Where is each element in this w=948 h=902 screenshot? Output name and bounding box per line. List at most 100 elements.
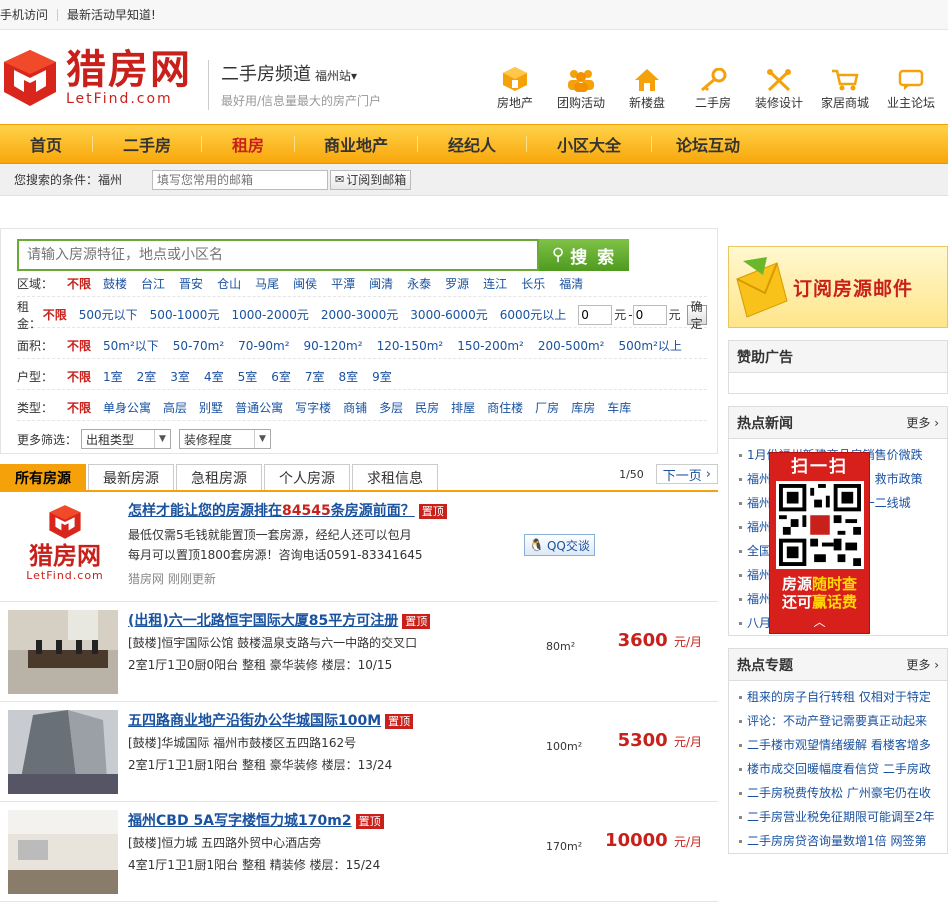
nav-secondhand[interactable]: 二手房 — [93, 132, 201, 156]
filter-option[interactable]: 连江 — [483, 275, 507, 292]
nav-forum[interactable]: 论坛互动 — [652, 132, 764, 156]
filter-option[interactable]: 1室 — [103, 368, 123, 385]
filter-option[interactable]: 仓山 — [217, 275, 241, 292]
filter-option[interactable]: 商住楼 — [487, 399, 523, 416]
search-button[interactable]: ⚲ 搜 索 — [539, 239, 629, 271]
topic-item[interactable]: 评论：不动产登记需要真正动起来 — [737, 709, 947, 733]
qr-popup[interactable]: 扫一扫 房源随时查 还可赢话费 ︿ — [769, 452, 870, 634]
topic-item[interactable]: 租来的房子自行转租 仅相对于特定 — [737, 685, 947, 709]
listing-title[interactable]: 福州CBD 5A写字楼恒力城170m2 置顶 — [128, 810, 384, 830]
filter-option[interactable]: 平潭 — [331, 275, 355, 292]
filter-option[interactable]: 2室 — [137, 368, 157, 385]
city-switcher[interactable]: 福州站▾ — [315, 67, 357, 84]
listing-photo[interactable] — [8, 710, 118, 794]
rent-min-input[interactable] — [578, 304, 613, 325]
tab-wanted[interactable]: 求租信息 — [352, 464, 438, 490]
filter-option[interactable]: 多层 — [379, 399, 403, 416]
topnav-forum[interactable]: 业主论坛 — [878, 62, 944, 111]
filter-option[interactable]: 1000-2000元 — [231, 306, 308, 323]
filter-option[interactable]: 写字楼 — [295, 399, 331, 416]
hot-topic-more[interactable]: 更多 › — [906, 656, 939, 673]
email-input[interactable] — [152, 169, 329, 190]
filter-option[interactable]: 民房 — [415, 399, 439, 416]
filter-option[interactable]: 3室 — [170, 368, 190, 385]
rent-max-input[interactable] — [632, 304, 667, 325]
filter-option[interactable]: 不限 — [67, 337, 91, 354]
subscribe-banner[interactable]: 订阅房源邮件 — [728, 246, 948, 328]
filter-option[interactable]: 厂房 — [535, 399, 559, 416]
tab-latest[interactable]: 最新房源 — [88, 464, 174, 490]
topnav-secondhand[interactable]: 二手房 — [680, 62, 746, 111]
filter-option[interactable]: 闽侯 — [293, 275, 317, 292]
tab-all[interactable]: 所有房源 — [0, 464, 86, 490]
topnav-group[interactable]: 团购活动 — [548, 62, 614, 111]
tab-urgent[interactable]: 急租房源 — [176, 464, 262, 490]
filter-option[interactable]: 罗源 — [445, 275, 469, 292]
tab-personal[interactable]: 个人房源 — [264, 464, 350, 490]
filter-option[interactable]: 普通公寓 — [235, 399, 283, 416]
nav-commercial[interactable]: 商业地产 — [295, 132, 417, 156]
filter-option[interactable]: 库房 — [571, 399, 595, 416]
topnav-mall[interactable]: 家居商城 — [812, 62, 878, 111]
ad-title[interactable]: 怎样才能让您的房源排在84545条房源前面？ 置顶 — [128, 500, 447, 520]
filter-option[interactable]: 8室 — [339, 368, 359, 385]
filter-option[interactable]: 120-150m² — [377, 339, 444, 353]
filter-option[interactable]: 马尾 — [255, 275, 279, 292]
qq-chat-button[interactable]: 🐧 QQ交谈 — [524, 534, 595, 556]
filter-option[interactable]: 台江 — [141, 275, 165, 292]
filter-option[interactable]: 商铺 — [343, 399, 367, 416]
listing-title[interactable]: (出租)六一北路恒宇国际大厦85平方可注册 置顶 — [128, 610, 431, 630]
filter-option[interactable]: 9室 — [372, 368, 392, 385]
filter-option[interactable]: 3000-6000元 — [410, 306, 487, 323]
filter-option[interactable]: 单身公寓 — [103, 399, 151, 416]
filter-option[interactable]: 6室 — [271, 368, 291, 385]
filter-option[interactable]: 500m²以上 — [618, 337, 681, 354]
topnav-decoration[interactable]: 装修设计 — [746, 62, 812, 111]
mobile-link[interactable]: 手机访问 — [0, 6, 57, 23]
filter-option[interactable]: 闽清 — [369, 275, 393, 292]
filter-option[interactable]: 6000元以上 — [500, 306, 567, 323]
rent-confirm-button[interactable]: 确定 — [686, 300, 707, 331]
decoration-select[interactable]: 装修程度 ▼ — [179, 429, 272, 449]
filter-option[interactable]: 排屋 — [451, 399, 475, 416]
filter-option[interactable]: 50-70m² — [173, 339, 224, 353]
hot-news-more[interactable]: 更多 › — [906, 414, 939, 431]
filter-option[interactable]: 70-90m² — [238, 339, 289, 353]
filter-option[interactable]: 不限 — [67, 368, 91, 385]
next-page-button[interactable]: 下一页 › — [655, 464, 718, 484]
listing-title[interactable]: 五四路商业地产沿街办公华城国际100M 置顶 — [128, 710, 414, 730]
topnav-realestate[interactable]: 房地产 — [482, 62, 548, 111]
topnav-newhouse[interactable]: 新楼盘 — [614, 62, 680, 111]
filter-option[interactable]: 50m²以下 — [103, 337, 159, 354]
rent-type-select[interactable]: 出租类型 ▼ — [81, 429, 172, 449]
filter-option[interactable]: 5室 — [238, 368, 258, 385]
filter-option[interactable]: 别墅 — [199, 399, 223, 416]
filter-option[interactable]: 不限 — [67, 275, 91, 292]
nav-community[interactable]: 小区大全 — [527, 132, 651, 156]
filter-option[interactable]: 4室 — [204, 368, 224, 385]
subscribe-email-button[interactable]: ✉ 订阅到邮箱 — [330, 169, 412, 190]
filter-option[interactable]: 500-1000元 — [150, 306, 220, 323]
filter-option[interactable]: 150-200m² — [457, 339, 524, 353]
topic-item[interactable]: 二手楼市观望情绪缓解 看楼客增多 — [737, 733, 947, 757]
filter-option[interactable]: 鼓楼 — [103, 275, 127, 292]
topic-item[interactable]: 二手房房贷咨询量数增1倍 网签第 — [737, 829, 947, 853]
site-logo[interactable]: 猎房网 LetFind.com — [2, 48, 192, 108]
collapse-up-icon[interactable]: ︿ — [770, 613, 869, 630]
filter-option[interactable]: 500元以下 — [79, 306, 138, 323]
topic-item[interactable]: 二手房税费传放松 广州豪宅仍在收 — [737, 781, 947, 805]
filter-option[interactable]: 车库 — [607, 399, 631, 416]
filter-option[interactable]: 7室 — [305, 368, 325, 385]
filter-option[interactable]: 不限 — [67, 399, 91, 416]
filter-option[interactable]: 高层 — [163, 399, 187, 416]
listing-photo[interactable] — [8, 810, 118, 894]
filter-option[interactable]: 不限 — [43, 306, 67, 323]
listing-photo[interactable] — [8, 610, 118, 694]
filter-option[interactable]: 晋安 — [179, 275, 203, 292]
filter-option[interactable]: 2000-3000元 — [321, 306, 398, 323]
topic-item[interactable]: 二手房营业税免征期限可能调至2年 — [737, 805, 947, 829]
filter-option[interactable]: 200-500m² — [538, 339, 605, 353]
nav-home[interactable]: 首页 — [0, 132, 92, 156]
filter-option[interactable]: 长乐 — [521, 275, 545, 292]
promo-link[interactable]: 最新活动早知道! — [67, 6, 165, 23]
